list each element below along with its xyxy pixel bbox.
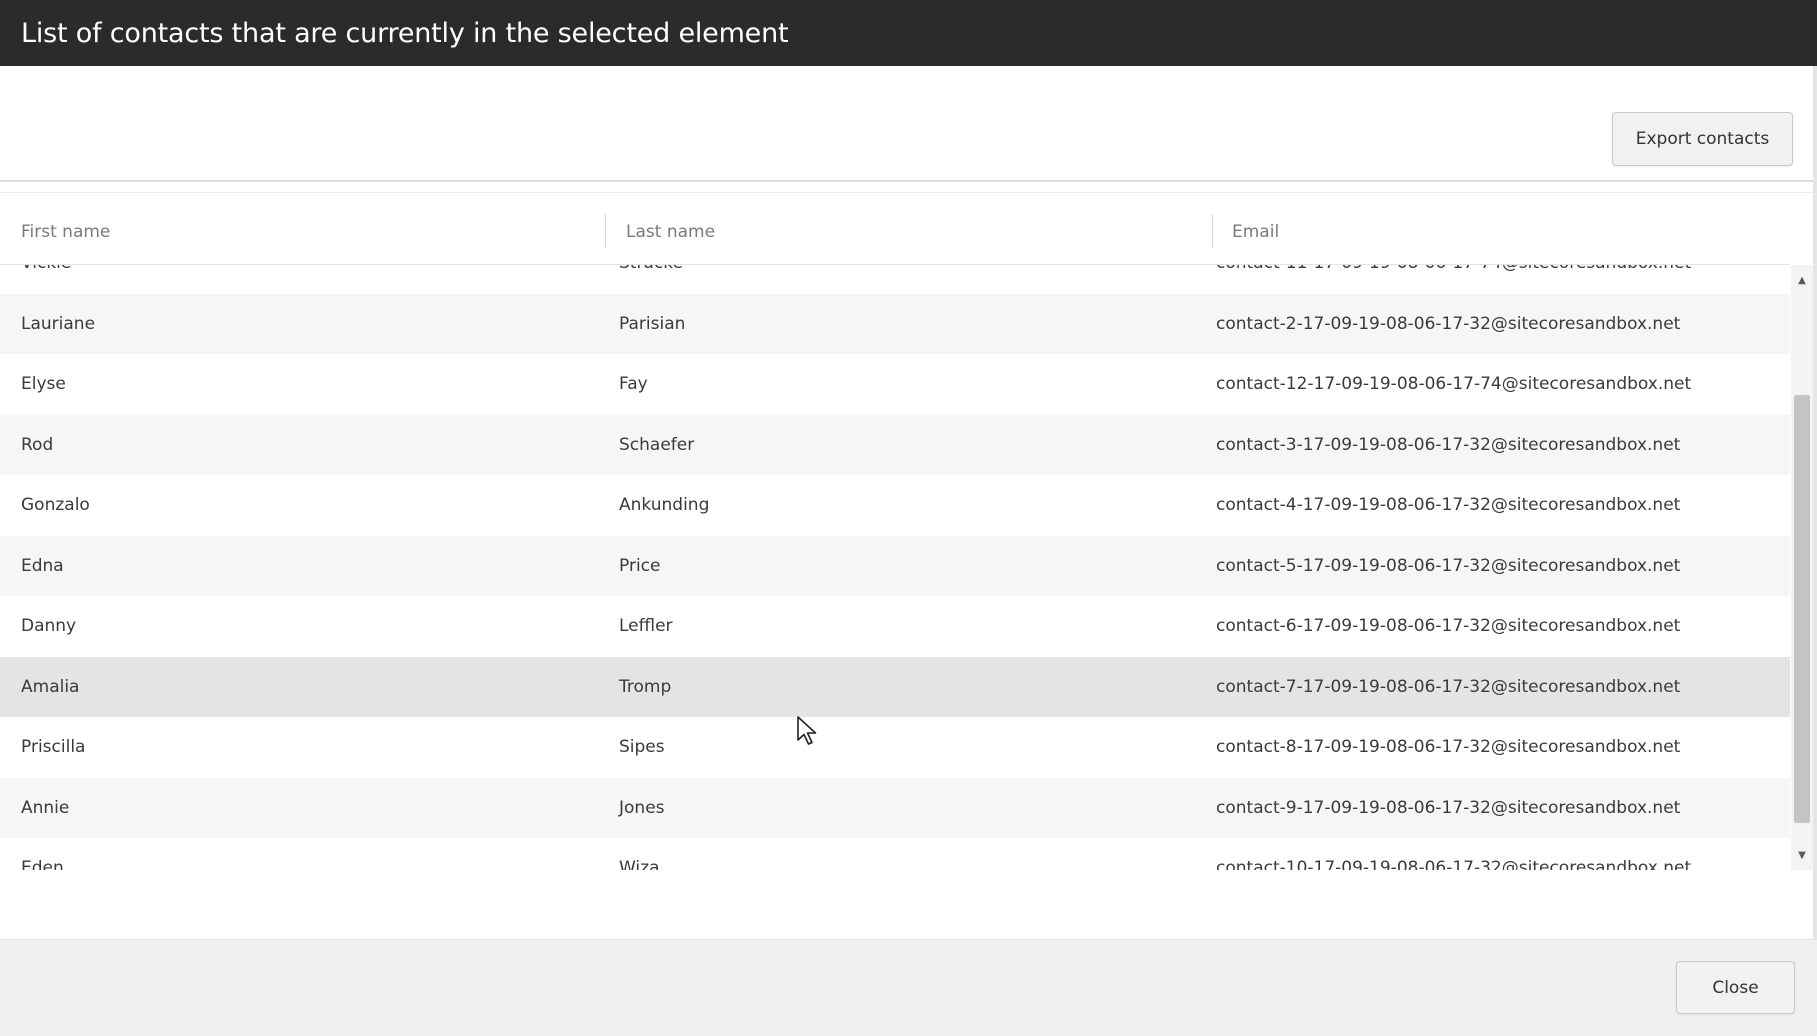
toolbar-divider-secondary <box>0 192 1817 193</box>
table-row[interactable]: Elyse Fay contact-12-17-09-19-08-06-17-74@… <box>0 354 1790 415</box>
cell-email: contact-8-17-09-19-08-06-17-32@sitecores… <box>1216 737 1681 758</box>
scrollbar-thumb[interactable] <box>1794 395 1810 823</box>
vertical-scrollbar[interactable]: ▲ ▼ <box>1791 265 1813 870</box>
window-edge <box>1813 66 1817 1035</box>
cell-first-name: Annie <box>21 797 70 818</box>
cell-email: contact-7-17-09-19-08-06-17-32@sitecores… <box>1216 676 1681 697</box>
cell-last-name: Tromp <box>619 676 672 697</box>
table-row[interactable]: Priscilla Sipes contact-8-17-09-19-08-06-1… <box>0 717 1790 778</box>
column-header-email[interactable]: Email <box>1232 206 1279 258</box>
cell-last-name: Stracke <box>619 265 683 294</box>
dialog-titlebar: List of contacts that are currently in t… <box>0 0 1817 66</box>
table-rows: Vickie Stracke contact-11-17-09-19-08-06-1… <box>0 265 1790 870</box>
table-row[interactable]: Annie Jones contact-9-17-09-19-08-06-17-32… <box>0 777 1790 838</box>
table-row[interactable]: Lauriane Parisian contact-2-17-09-19-08-06… <box>0 293 1790 354</box>
cell-first-name: Eden <box>21 858 64 870</box>
toolbar-divider <box>0 180 1817 182</box>
table-row[interactable]: Gonzalo Ankunding contact-4-17-09-19-08-06… <box>0 475 1790 536</box>
cell-last-name: Fay <box>619 374 648 395</box>
cell-first-name: Danny <box>21 616 77 637</box>
table-row[interactable]: Danny Leffler contact-6-17-09-19-08-06-17-… <box>0 596 1790 657</box>
table-row[interactable]: Rod Schaefer contact-3-17-09-19-08-06-17-3… <box>0 414 1790 475</box>
export-contacts-button[interactable]: Export contacts <box>1612 112 1793 166</box>
table-row[interactable]: Vickie Stracke contact-11-17-09-19-08-06-1… <box>0 265 1790 294</box>
cell-last-name: Parisian <box>619 313 686 334</box>
cell-first-name: Gonzalo <box>21 495 90 516</box>
table-header: First name Last name Email <box>0 206 1790 258</box>
column-resize-handle[interactable] <box>605 214 606 248</box>
cell-email: contact-6-17-09-19-08-06-17-32@sitecores… <box>1216 616 1681 637</box>
cell-email: contact-3-17-09-19-08-06-17-32@sitecores… <box>1216 434 1681 455</box>
cell-email: contact-12-17-09-19-08-06-17-74@sitecore… <box>1216 374 1692 395</box>
cell-last-name: Sipes <box>619 737 665 758</box>
cell-last-name: Ankunding <box>619 495 710 516</box>
cell-first-name: Elyse <box>21 374 66 395</box>
cell-last-name: Leffler <box>619 616 673 637</box>
cell-last-name: Wiza <box>619 858 660 870</box>
cell-email: contact-2-17-09-19-08-06-17-32@sitecores… <box>1216 313 1681 334</box>
scroll-up-arrow-icon[interactable]: ▲ <box>1791 269 1813 291</box>
cell-first-name: Amalia <box>21 676 80 697</box>
close-button[interactable]: Close <box>1676 961 1795 1014</box>
cell-email: contact-9-17-09-19-08-06-17-32@sitecores… <box>1216 797 1681 818</box>
cell-first-name: Lauriane <box>21 313 96 334</box>
cell-last-name: Price <box>619 555 661 576</box>
cell-last-name: Schaefer <box>619 434 695 455</box>
dialog-title: List of contacts that are currently in t… <box>21 17 789 49</box>
scroll-down-arrow-icon[interactable]: ▼ <box>1791 844 1813 866</box>
table-row[interactable]: Amalia Tromp contact-7-17-09-19-08-06-17-3… <box>0 656 1790 717</box>
cell-email: contact-5-17-09-19-08-06-17-32@sitecores… <box>1216 555 1681 576</box>
cell-email: contact-10-17-09-19-08-06-17-32@sitecore… <box>1216 858 1692 870</box>
dialog-footer <box>0 939 1817 1036</box>
cell-last-name: Jones <box>619 797 665 818</box>
cell-first-name: Vickie <box>21 265 71 294</box>
cell-first-name: Priscilla <box>21 737 86 758</box>
cell-email: contact-4-17-09-19-08-06-17-32@sitecores… <box>1216 495 1681 516</box>
cell-first-name: Edna <box>21 555 64 576</box>
contacts-dialog: List of contacts that are currently in t… <box>0 0 1817 1036</box>
table-row[interactable]: Edna Price contact-5-17-09-19-08-06-17-32@… <box>0 535 1790 596</box>
column-resize-handle[interactable] <box>1212 214 1213 248</box>
column-header-first-name[interactable]: First name <box>21 206 110 258</box>
table-body[interactable]: Vickie Stracke contact-11-17-09-19-08-06-1… <box>0 265 1790 870</box>
table-row[interactable]: Eden Wiza contact-10-17-09-19-08-06-17-32@… <box>0 838 1790 870</box>
cell-first-name: Rod <box>21 434 54 455</box>
cell-email: contact-11-17-09-19-08-06-17-74@sitecore… <box>1216 265 1691 294</box>
column-header-last-name[interactable]: Last name <box>626 206 715 258</box>
